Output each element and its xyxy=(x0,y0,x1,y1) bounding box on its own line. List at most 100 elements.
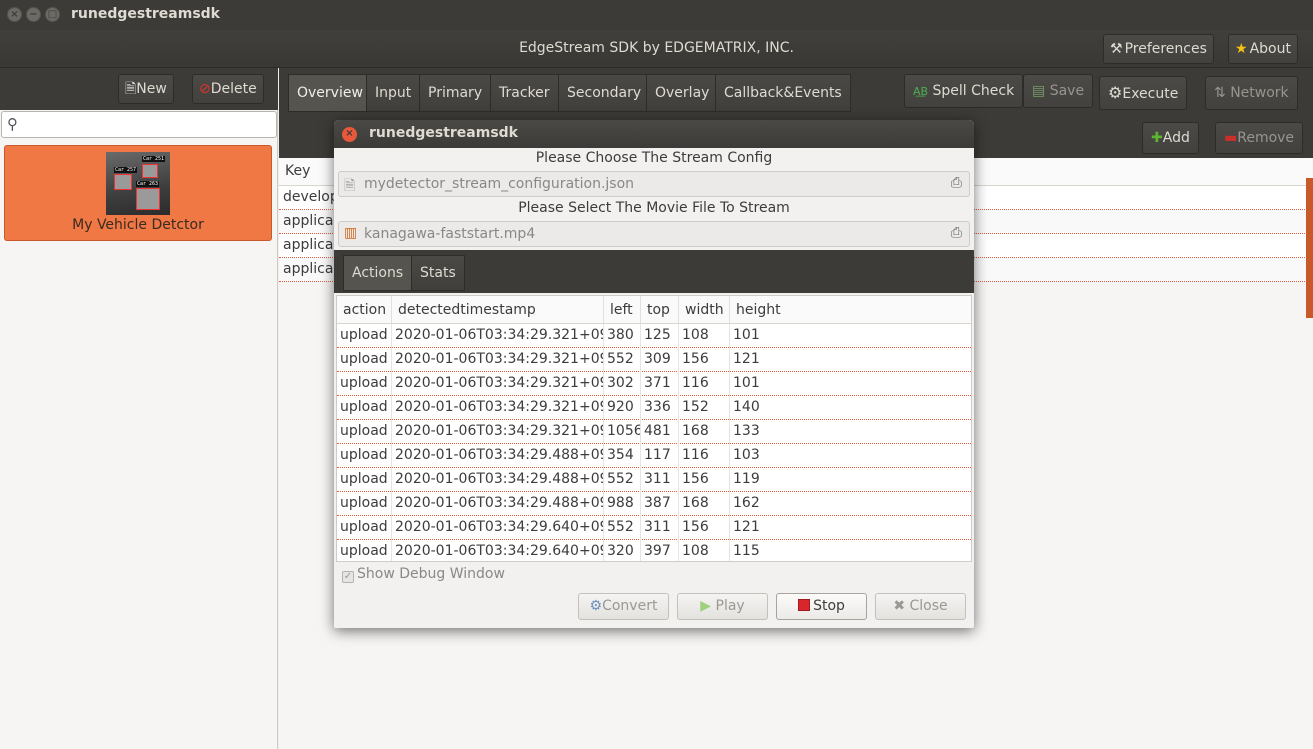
table-cell-width: 152 xyxy=(679,396,730,420)
tab-secondary[interactable]: Secondary xyxy=(558,74,650,112)
table-cell-detectedtimestamp: 2020-01-06T03:34:29.321+0900 xyxy=(392,372,604,396)
tab-actions[interactable]: Actions xyxy=(343,255,413,291)
convert-button[interactable]: ⚙Convert xyxy=(578,593,669,620)
tab-primary[interactable]: Primary xyxy=(419,74,491,112)
table-cell-left: 988 xyxy=(604,492,641,516)
movie-file-chooser[interactable]: ▥ kanagawa-faststart.mp4 ⎙ xyxy=(338,221,970,247)
movie-prompt: Please Select The Movie File To Stream xyxy=(518,200,790,216)
delete-button[interactable]: ⊘Delete xyxy=(192,74,264,104)
spell-check-button[interactable]: A͟B Spell Check xyxy=(904,74,1024,108)
project-item[interactable]: Car 251 Car 257 Car 263 My Vehicle Detct… xyxy=(4,145,272,241)
config-prompt: Please Choose The Stream Config xyxy=(535,150,773,166)
thumbnail-car-box xyxy=(142,164,158,178)
tab-overview[interactable]: Overview xyxy=(288,74,371,112)
search-field[interactable]: ⚲ xyxy=(1,111,277,138)
table-cell-detectedtimestamp: 2020-01-06T03:34:29.321+0900 xyxy=(392,420,604,444)
table-cell-height: 101 xyxy=(733,327,760,343)
table-cell-detectedtimestamp: 2020-01-06T03:34:29.321+0900 xyxy=(392,324,604,348)
stream-dialog: × runedgestreamsdk Please Choose The Str… xyxy=(334,120,974,628)
x-icon: ✖ xyxy=(893,598,906,614)
tab-stats[interactable]: Stats xyxy=(411,255,465,291)
table-cell-width: 156 xyxy=(679,348,730,372)
search-input[interactable] xyxy=(28,114,272,135)
table-row[interactable]: upload 2020-01-06T03:34:29.321+0900 552 309… xyxy=(337,348,971,372)
table-row[interactable]: upload 2020-01-06T03:34:29.488+0900 988 387… xyxy=(337,492,971,516)
table-cell-detectedtimestamp: 2020-01-06T03:34:29.321+0900 xyxy=(392,396,604,420)
convert-icon: ⚙ xyxy=(589,598,603,614)
table-row[interactable]: upload 2020-01-06T03:34:29.321+0900 920 336… xyxy=(337,396,971,420)
actions-table: action detectedtimestamp left top width … xyxy=(336,295,972,562)
play-button[interactable]: ▶ Play xyxy=(677,593,768,620)
column-header[interactable]: left xyxy=(604,296,641,324)
film-icon: ▥ xyxy=(344,225,358,241)
table-cell-top: 387 xyxy=(641,492,679,516)
stop-button[interactable]: Stop xyxy=(776,593,867,620)
window-minimize-icon[interactable]: − xyxy=(26,7,41,22)
table-cell-action: upload xyxy=(337,324,392,348)
table-row[interactable]: upload 2020-01-06T03:34:29.488+0900 552 311… xyxy=(337,468,971,492)
add-button[interactable]: ✚Add xyxy=(1142,122,1199,154)
table-cell-height: 140 xyxy=(733,399,760,415)
column-header[interactable]: width xyxy=(679,296,730,324)
project-sidebar: 🗎New ⊘Delete ⚲ Car 251 Car 257 Car 263 M… xyxy=(0,68,278,749)
table-cell-action: upload xyxy=(337,516,392,540)
column-header[interactable]: detectedtimestamp xyxy=(392,296,604,324)
table-row[interactable]: upload 2020-01-06T03:34:29.640+0900 320 397… xyxy=(337,540,971,561)
execute-button[interactable]: ⚙Execute xyxy=(1099,76,1188,110)
window-close-icon[interactable]: × xyxy=(7,7,22,22)
column-header[interactable]: action xyxy=(337,296,392,324)
table-row[interactable]: upload 2020-01-06T03:34:29.640+0900 552 311… xyxy=(337,516,971,540)
table-cell-detectedtimestamp: 2020-01-06T03:34:29.640+0900 xyxy=(392,540,604,561)
table-row[interactable]: upload 2020-01-06T03:34:29.321+0900 1056 48… xyxy=(337,420,971,444)
table-cell-height: 162 xyxy=(733,495,760,511)
table-cell-top: 371 xyxy=(641,372,679,396)
table-cell-width: 168 xyxy=(679,420,730,444)
tab-tracker[interactable]: Tracker xyxy=(490,74,558,112)
column-header[interactable]: height xyxy=(730,296,971,324)
tab-overlay[interactable]: Overlay xyxy=(646,74,718,112)
table-cell-width: 156 xyxy=(679,516,730,540)
tab-input[interactable]: Input xyxy=(366,74,420,112)
window-maximize-icon[interactable]: □ xyxy=(45,7,60,22)
table-cell-height: 101 xyxy=(733,375,760,391)
network-button[interactable]: ⇅ Network xyxy=(1205,76,1298,110)
new-button[interactable]: 🗎New xyxy=(118,74,174,104)
thumbnail-label: Car 263 xyxy=(136,181,160,187)
star-icon: ★ xyxy=(1235,41,1248,57)
table-cell-top: 117 xyxy=(641,444,679,468)
column-header[interactable]: top xyxy=(641,296,679,324)
table-cell-height: 133 xyxy=(733,423,760,439)
close-icon[interactable]: × xyxy=(342,127,357,142)
table-cell-height: 121 xyxy=(733,519,760,535)
table-cell-top: 311 xyxy=(641,468,679,492)
movie-file-name: kanagawa-faststart.mp4 xyxy=(364,226,536,242)
table-cell-height: 115 xyxy=(733,543,760,559)
table-row[interactable]: upload 2020-01-06T03:34:29.321+0900 380 125… xyxy=(337,324,971,348)
preferences-button[interactable]: ⚒ Preferences xyxy=(1103,34,1214,64)
table-cell-detectedtimestamp: 2020-01-06T03:34:29.488+0900 xyxy=(392,444,604,468)
table-cell-top: 309 xyxy=(641,348,679,372)
table-cell-detectedtimestamp: 2020-01-06T03:34:29.640+0900 xyxy=(392,516,604,540)
remove-button[interactable]: ▬Remove xyxy=(1215,122,1304,154)
minus-icon: ▬ xyxy=(1224,130,1238,146)
table-cell-action: upload xyxy=(337,468,392,492)
about-button[interactable]: ★ About xyxy=(1228,34,1298,64)
show-debug-checkbox[interactable]: ✓ Show Debug Window xyxy=(342,566,505,584)
open-file-icon: ⎙ xyxy=(950,175,962,191)
up-down-arrows-icon: ⇅ xyxy=(1214,85,1226,101)
save-button[interactable]: ▤ Save xyxy=(1023,74,1094,108)
table-cell-detectedtimestamp: 2020-01-06T03:34:29.321+0900 xyxy=(392,348,604,372)
scrollbar[interactable] xyxy=(1306,178,1313,318)
table-cell-left: 552 xyxy=(604,516,641,540)
window-titlebar: × − □ runedgestreamsdk xyxy=(0,0,1313,30)
config-file-chooser[interactable]: 🗎 mydetector_stream_configuration.json ⎙ xyxy=(338,171,970,197)
config-file-name: mydetector_stream_configuration.json xyxy=(364,176,635,192)
tab-callback-events[interactable]: Callback&Events xyxy=(715,74,851,112)
table-cell-top: 311 xyxy=(641,516,679,540)
table-row[interactable]: upload 2020-01-06T03:34:29.321+0900 302 371… xyxy=(337,372,971,396)
table-cell-width: 156 xyxy=(679,468,730,492)
close-button[interactable]: ✖ Close xyxy=(875,593,966,620)
spell-check-icon: A͟B xyxy=(913,85,929,98)
table-row[interactable]: upload 2020-01-06T03:34:29.488+0900 354 117… xyxy=(337,444,971,468)
thumbnail-car-box xyxy=(136,188,160,210)
